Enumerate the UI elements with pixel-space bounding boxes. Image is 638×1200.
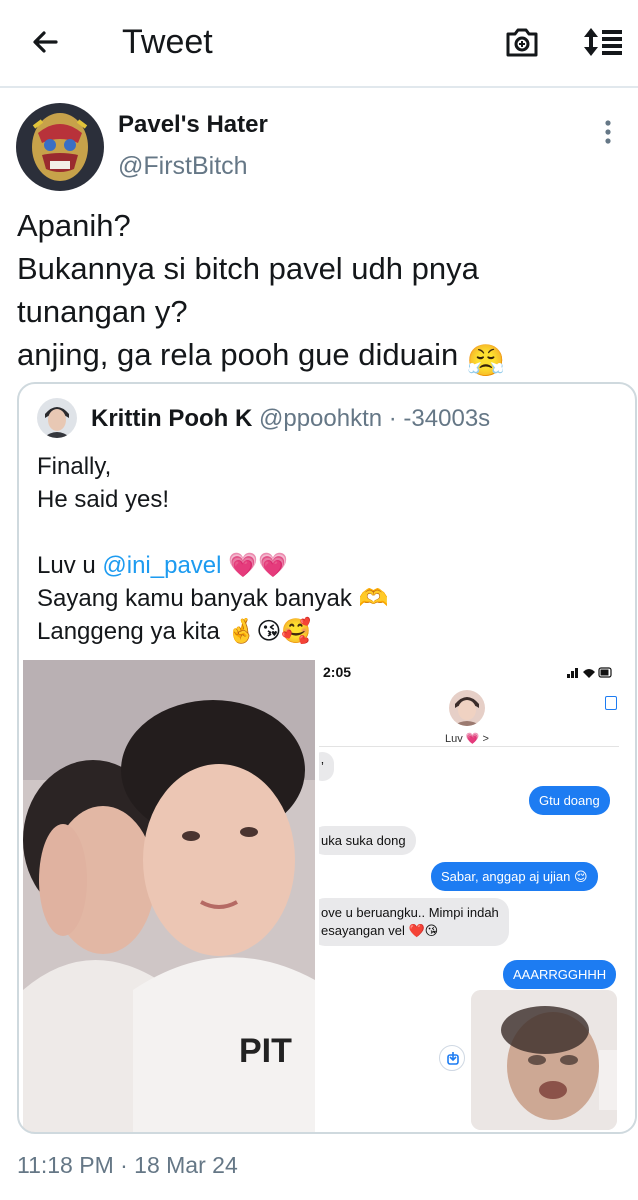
outgoing-message: Gtu doang (529, 786, 610, 815)
quoted-author-handle: @ppoohktn · -34003s (258, 405, 491, 432)
quoted-text-segment: Sayang kamu banyak banyak (37, 585, 352, 612)
couple-photo[interactable]: PIT (23, 660, 315, 1132)
hearts-emoji: 💗💗 (228, 552, 288, 579)
share-icon (439, 1045, 465, 1071)
quoted-text-blank-line (37, 516, 627, 549)
signal-wifi-battery-icon (567, 667, 612, 678)
tweet-text-line: tunangan y? (17, 294, 188, 329)
incoming-message: ove u beruangku.. Mimpi indah esayangan … (319, 898, 509, 946)
quoted-author-name: Krittin Pooh K (91, 405, 253, 432)
page-title: Tweet (122, 23, 213, 61)
mention-link[interactable]: @ini_pavel (102, 552, 221, 579)
outgoing-message: Sabar, anggap aj ujian 😌 (431, 862, 598, 891)
more-options-icon[interactable] (596, 118, 620, 146)
chat-header-divider (319, 746, 619, 747)
video-call-icon (605, 696, 617, 710)
chat-status-time: 2:05 (323, 664, 352, 680)
chat-screenshot[interactable]: 2:05 Luv 💗 > ’ Gtu doang uka suka dong S… (319, 660, 635, 1132)
tweet-text-segment: anjing, ga rela pooh gue diduain (17, 337, 459, 372)
camera-icon[interactable] (502, 22, 542, 62)
heart-hands-emoji: 🫶 (358, 585, 389, 612)
author-handle[interactable]: @FirstBitch (118, 150, 248, 182)
quoted-author: Krittin Pooh K @ppoohktn · -34003s (91, 404, 490, 434)
incoming-message: uka suka dong (319, 826, 416, 855)
quoted-tweet[interactable]: Krittin Pooh K @ppoohktn · -34003s Final… (17, 382, 637, 1134)
sort-icon[interactable] (580, 22, 626, 62)
author-avatar[interactable] (16, 103, 104, 191)
quoted-text-line: Sayang kamu banyak banyak 🫶 (37, 582, 627, 615)
outgoing-message: AAARRGGHHH (503, 960, 617, 989)
quoted-author-avatar (37, 398, 77, 438)
quoted-text-line: Langgeng ya kita 🤞😘🥰 (37, 615, 627, 648)
fingers-kiss-emoji: 🤞😘🥰 (226, 618, 312, 645)
message-line: ove u beruangku.. Mimpi indah (321, 905, 499, 920)
quoted-text-line: Finally, (37, 453, 112, 480)
tweet-text-line: Apanih? (17, 208, 131, 243)
quoted-tweet-text: Finally, He said yes! Luv u @ini_pavel 💗… (37, 450, 627, 648)
tweet-text-line: anjing, ga rela pooh gue diduain 😤 (17, 333, 627, 382)
tweet-text: Apanih? Bukannya si bitch pavel udh pnya… (17, 204, 627, 382)
svg-text:PIT: PIT (239, 1032, 292, 1070)
quoted-text-segment: Langgeng ya kita (37, 618, 220, 645)
top-bar: Tweet (0, 0, 638, 88)
author-name[interactable]: Pavel's Hater (118, 110, 268, 140)
blurred-photo (471, 990, 617, 1130)
quoted-text-line: He said yes! (37, 486, 170, 513)
tweet-text-line: Bukannya si bitch pavel udh pnya (17, 251, 479, 286)
message-line: esayangan vel ❤️😘 (321, 923, 439, 938)
chat-contact-avatar (449, 690, 485, 726)
quoted-text-segment: Luv u (37, 552, 103, 579)
steaming-face-emoji: 😤 (466, 343, 506, 378)
tweet-timestamp[interactable]: 11:18 PM · 18 Mar 24 (17, 1150, 238, 1180)
arrow-left-icon[interactable] (26, 22, 70, 62)
incoming-message: ’ (319, 752, 334, 781)
chat-contact-name: Luv 💗 > (445, 733, 489, 745)
quoted-text-line: Luv u @ini_pavel 💗💗 (37, 549, 627, 582)
